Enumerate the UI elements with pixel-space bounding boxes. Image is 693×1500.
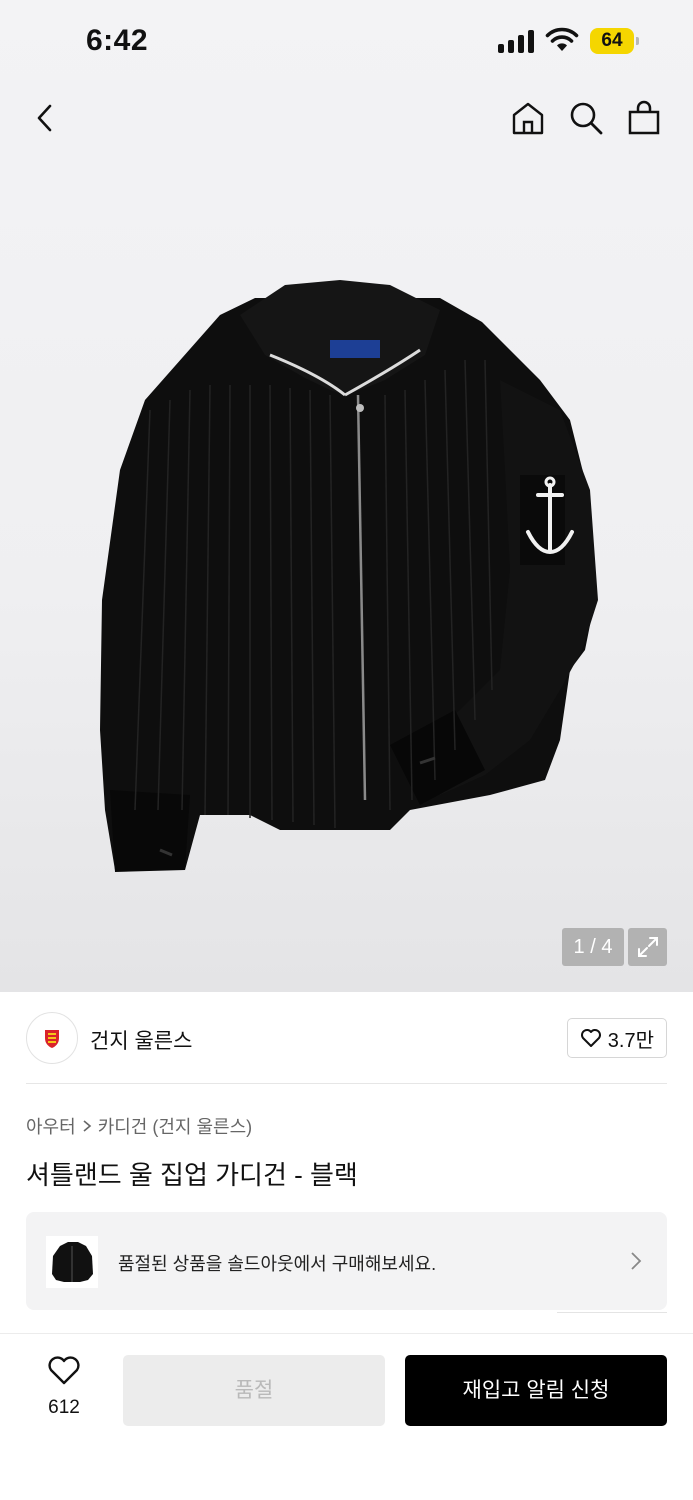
- brand-like-button[interactable]: 3.7만: [566, 1018, 667, 1058]
- wishlist-button[interactable]: 612: [34, 1356, 94, 1426]
- brand-row: 건지 울른스 3.7만: [26, 1012, 667, 1064]
- restock-alert-button[interactable]: 재입고 알림 신청: [405, 1355, 667, 1426]
- chevron-right-icon: [631, 1252, 642, 1270]
- search-icon: [570, 102, 603, 135]
- divider: [26, 1083, 667, 1084]
- expand-icon: [637, 937, 658, 957]
- fullscreen-button[interactable]: [628, 928, 667, 966]
- soldout-message: 품절된 상품을 솔드아웃에서 구매해보세요.: [118, 1254, 437, 1274]
- back-button[interactable]: [24, 96, 68, 140]
- wishlist-count: 612: [48, 1397, 80, 1418]
- brand-name[interactable]: 건지 울른스: [90, 1025, 192, 1055]
- wifi-icon: [545, 27, 579, 53]
- cellular-signal-icon: [498, 29, 536, 53]
- product-photo: [100, 280, 598, 872]
- soldout-thumbnail: [46, 1236, 98, 1288]
- chevron-right-icon: [83, 1120, 91, 1132]
- product-gallery[interactable]: 6:42 64 1 / 4: [0, 0, 693, 992]
- soldout-banner[interactable]: 품절된 상품을 솔드아웃에서 구매해보세요.: [26, 1212, 667, 1310]
- search-button[interactable]: [564, 96, 608, 140]
- breadcrumb-category[interactable]: 아우터: [26, 1113, 76, 1139]
- breadcrumb: 아우터 카디건 (건지 울른스): [26, 1113, 252, 1139]
- heart-icon: [580, 1029, 601, 1047]
- bottom-action-bar: 612 품절 재입고 알림 신청: [0, 1333, 693, 1500]
- divider: [557, 1312, 667, 1316]
- breadcrumb-subcategory[interactable]: 카디건 (건지 울른스): [98, 1113, 252, 1139]
- heart-icon: [48, 1356, 80, 1385]
- top-navbar: [0, 92, 693, 148]
- image-counter: 1 / 4: [562, 928, 624, 966]
- brand-like-count: 3.7만: [607, 1029, 654, 1052]
- battery-level: 64: [590, 28, 634, 54]
- home-icon: [512, 102, 544, 135]
- shopping-bag-icon: [628, 100, 660, 135]
- soldout-button: 품절: [123, 1355, 385, 1426]
- brand-logo[interactable]: [26, 1012, 78, 1064]
- battery-icon: 64: [590, 28, 640, 54]
- product-title: 셔틀랜드 울 집업 가디건 - 블랙: [26, 1160, 358, 1190]
- status-bar: 6:42 64: [0, 0, 693, 80]
- home-button[interactable]: [506, 96, 550, 140]
- crest-icon: [45, 1030, 59, 1048]
- chevron-left-icon: [37, 104, 52, 132]
- status-time: 6:42: [86, 24, 149, 57]
- cart-button[interactable]: [622, 96, 666, 140]
